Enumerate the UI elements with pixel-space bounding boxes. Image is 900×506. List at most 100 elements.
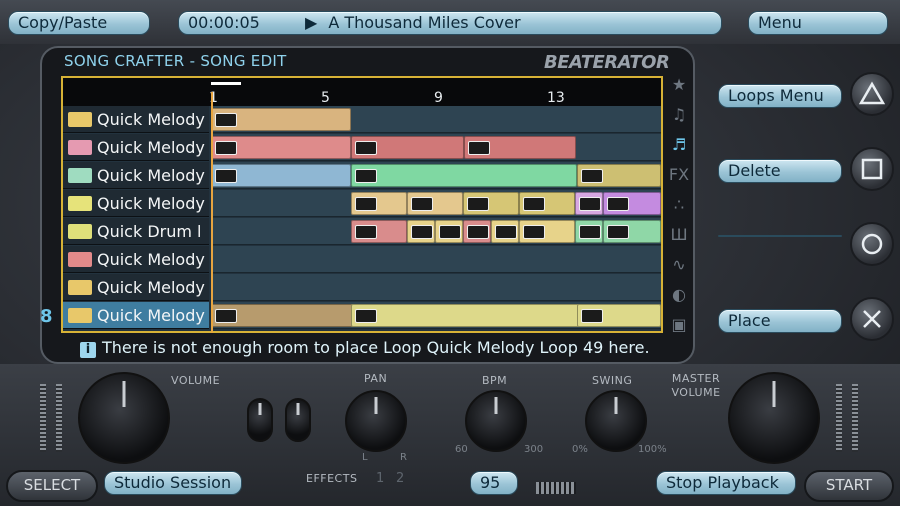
track-name[interactable]: Quick Melody <box>63 134 209 161</box>
track-name[interactable]: Quick Drum l <box>63 218 209 245</box>
mute-icon[interactable]: ◐ <box>666 280 692 310</box>
effects-label: EFFECTS <box>306 472 358 485</box>
track-lane[interactable] <box>211 302 661 329</box>
pan-knob[interactable] <box>345 390 407 452</box>
loop-block[interactable] <box>211 136 351 159</box>
loop-block[interactable] <box>351 164 577 187</box>
track-name-label: Quick Melody <box>97 194 205 213</box>
scroll-indicator <box>211 82 241 85</box>
panel-title: SONG CRAFTER - SONG EDIT <box>64 52 287 70</box>
loop-block[interactable] <box>603 192 661 215</box>
track-lane[interactable] <box>211 134 661 161</box>
loop-block[interactable] <box>575 220 603 243</box>
bpm-label: BPM <box>482 374 508 387</box>
track-name[interactable]: Quick Melody <box>63 274 209 301</box>
menu-button[interactable]: Menu <box>748 11 888 35</box>
effect-2-knob[interactable] <box>285 398 311 442</box>
square-button[interactable] <box>850 147 894 191</box>
track-lane[interactable] <box>211 162 661 189</box>
loop-block[interactable] <box>519 220 575 243</box>
loop-block[interactable] <box>577 164 661 187</box>
loop-block[interactable] <box>575 192 603 215</box>
track-lane[interactable] <box>211 190 661 217</box>
bpm-value[interactable]: 95 <box>470 471 518 495</box>
volume-knob[interactable] <box>78 372 170 464</box>
loop-block[interactable] <box>519 192 575 215</box>
track-lane[interactable] <box>211 274 661 301</box>
loop-block[interactable] <box>577 304 661 327</box>
loop-block[interactable] <box>351 136 464 159</box>
share-icon[interactable]: ∴ <box>666 190 692 220</box>
ruler-mark: 9 <box>434 90 443 106</box>
loop-icon <box>523 225 545 239</box>
track-name[interactable]: Quick Melody <box>63 106 209 133</box>
studio-session-button[interactable]: Studio Session <box>104 471 242 495</box>
bpm-min-label: 60 <box>455 444 468 455</box>
loop-block[interactable] <box>464 136 576 159</box>
loop-block[interactable] <box>351 220 407 243</box>
volume-label: VOLUME <box>171 374 221 387</box>
master-volume-label: MASTER VOLUME <box>671 372 721 399</box>
track-lane[interactable] <box>211 246 661 273</box>
bpm-max-label: 300 <box>524 444 544 455</box>
track-name-label: Quick Melody <box>97 250 205 269</box>
master-volume-knob[interactable] <box>728 372 820 464</box>
loop-block[interactable] <box>463 192 519 215</box>
track-name[interactable]: Quick Melody <box>63 190 209 217</box>
ruler-mark: 5 <box>321 90 330 106</box>
transport-display: 00:00:05 ▶ A Thousand Miles Cover <box>178 11 722 35</box>
loop-icon <box>523 197 545 211</box>
place-button[interactable]: Place <box>718 309 842 333</box>
star-icon[interactable]: ★ <box>666 70 692 100</box>
effects-2-label: 2 <box>396 471 405 486</box>
copy-paste-button[interactable]: Copy/Paste <box>8 11 150 35</box>
track-name[interactable]: Quick Melody <box>63 246 209 273</box>
loop-block[interactable] <box>407 192 463 215</box>
loop-block[interactable] <box>435 220 463 243</box>
delete-button[interactable]: Delete <box>718 159 842 183</box>
loop-icon <box>495 225 517 239</box>
select-button[interactable]: SELECT <box>6 470 98 502</box>
loop-block[interactable] <box>491 220 519 243</box>
fx-icon[interactable]: FX <box>666 160 692 190</box>
loop-block[interactable] <box>463 220 491 243</box>
battery-indicator <box>536 482 576 494</box>
loop-block[interactable] <box>211 108 351 131</box>
song-grid[interactable]: 1 5 9 13 Quick Melody Quick Melody Quick M… <box>61 76 663 333</box>
wave-icon[interactable]: ∿ <box>666 250 692 280</box>
loop-type-icon <box>68 252 92 267</box>
circle-icon <box>861 233 883 255</box>
loop-icon <box>215 141 237 155</box>
stop-playback-button[interactable]: Stop Playback <box>656 471 796 495</box>
track-name-label: Quick Melody <box>97 278 205 297</box>
loop-icon <box>355 225 377 239</box>
loop-block[interactable] <box>351 192 407 215</box>
note-icon[interactable]: ♬ <box>666 130 692 160</box>
start-button[interactable]: START <box>804 470 894 502</box>
bars-icon[interactable]: Ш <box>666 220 692 250</box>
cross-icon <box>863 310 881 328</box>
track-lane[interactable] <box>211 106 661 133</box>
beaterator-logo: BEATERATOR <box>544 52 670 73</box>
swing-label: SWING <box>592 374 633 387</box>
loop-type-icon <box>68 224 92 239</box>
triangle-button[interactable] <box>850 72 894 116</box>
track-name[interactable]: Quick Melody <box>63 162 209 189</box>
loop-type-icon <box>68 112 92 127</box>
bpm-knob[interactable] <box>465 390 527 452</box>
cross-button[interactable] <box>850 297 894 341</box>
track-name[interactable]: Quick Melody <box>63 302 209 329</box>
swing-knob[interactable] <box>585 390 647 452</box>
empty-action-button[interactable] <box>718 235 842 237</box>
loops-menu-button[interactable]: Loops Menu <box>718 84 842 108</box>
loop-icon <box>467 197 489 211</box>
track-lane[interactable] <box>211 218 661 245</box>
effect-1-knob[interactable] <box>247 398 273 442</box>
circle-button[interactable] <box>850 222 894 266</box>
options-icon[interactable]: ▣ <box>666 310 692 340</box>
headphones-icon[interactable]: ♫ <box>666 100 692 130</box>
loop-block[interactable] <box>603 220 661 243</box>
loop-block[interactable] <box>211 164 351 187</box>
loop-type-icon <box>68 280 92 295</box>
loop-block[interactable] <box>407 220 435 243</box>
